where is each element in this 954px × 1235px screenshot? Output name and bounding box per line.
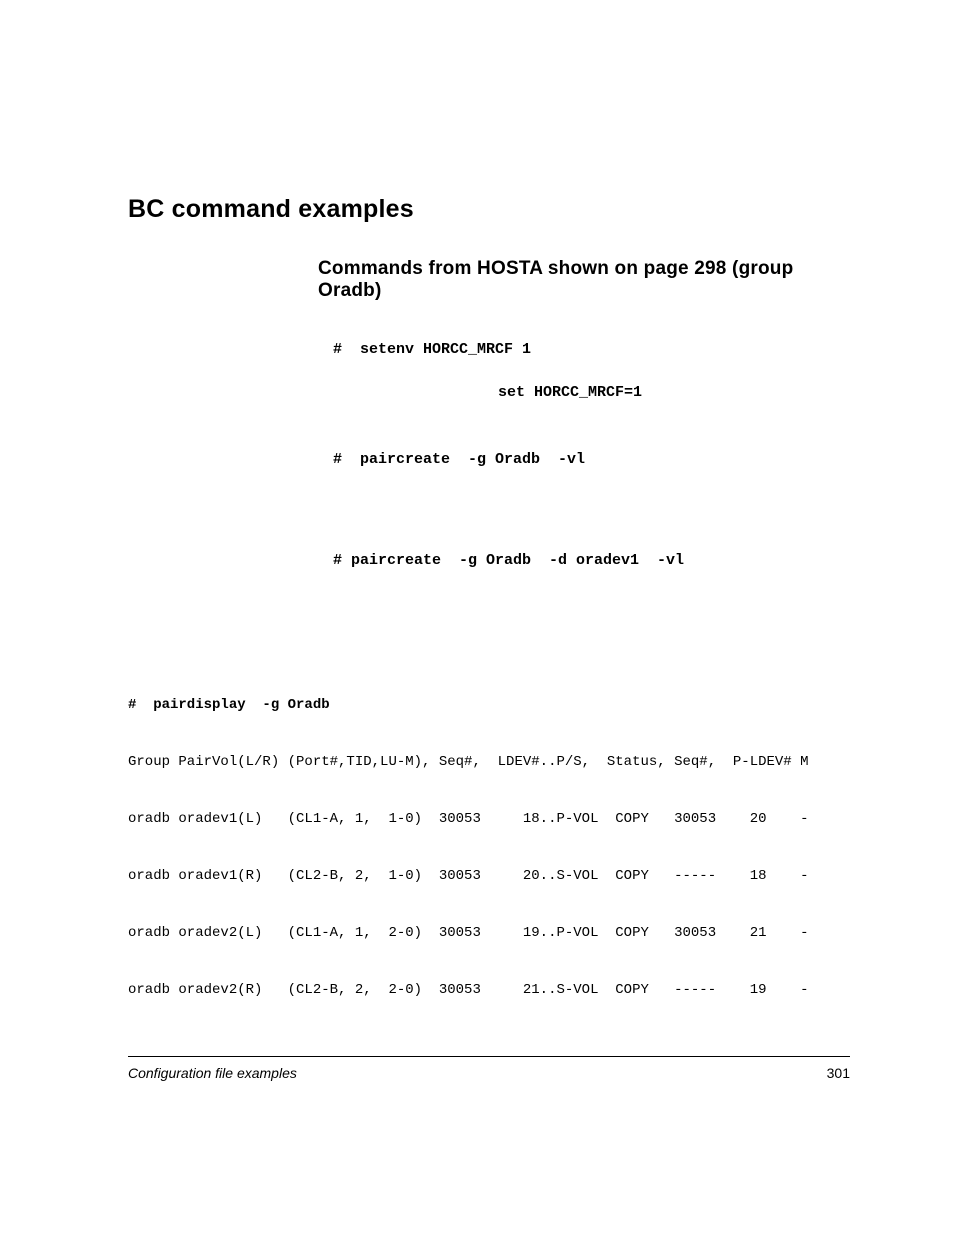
table-row: oradb oradev2(R) (CL2-B, 2, 2-0) 30053 2…: [128, 981, 844, 1000]
cmd-paircreate-2: # paircreate -g Oradb -d oradev1 -vl: [333, 551, 844, 570]
table-row: oradb oradev1(R) (CL2-B, 2, 1-0) 30053 2…: [128, 867, 844, 886]
heading-1: BC command examples: [128, 195, 844, 224]
cmd-pairdisplay: # pairdisplay -g Oradb: [128, 696, 844, 715]
table-header: Group PairVol(L/R) (Port#,TID,LU-M), Seq…: [128, 753, 844, 772]
table-row: oradb oradev2(L) (CL1-A, 1, 2-0) 30053 1…: [128, 924, 844, 943]
footer-title: Configuration file examples: [128, 1065, 297, 1081]
heading-2: Commands from HOSTA shown on page 298 (g…: [318, 258, 844, 302]
cmd-setenv: # setenv HORCC_MRCF 1: [333, 340, 844, 359]
page-number: 301: [827, 1065, 850, 1081]
page-footer: Configuration file examples 301: [128, 1056, 850, 1081]
pairdisplay-block: # pairdisplay -g Oradb Group PairVol(L/R…: [128, 658, 844, 1038]
table-row: oradb oradev1(L) (CL1-A, 1, 1-0) 30053 1…: [128, 810, 844, 829]
page: BC command examples Commands from HOSTA …: [0, 0, 954, 1235]
cmd-paircreate-1: # paircreate -g Oradb -vl: [333, 450, 844, 469]
cmd-set: set HORCC_MRCF=1: [498, 383, 844, 402]
